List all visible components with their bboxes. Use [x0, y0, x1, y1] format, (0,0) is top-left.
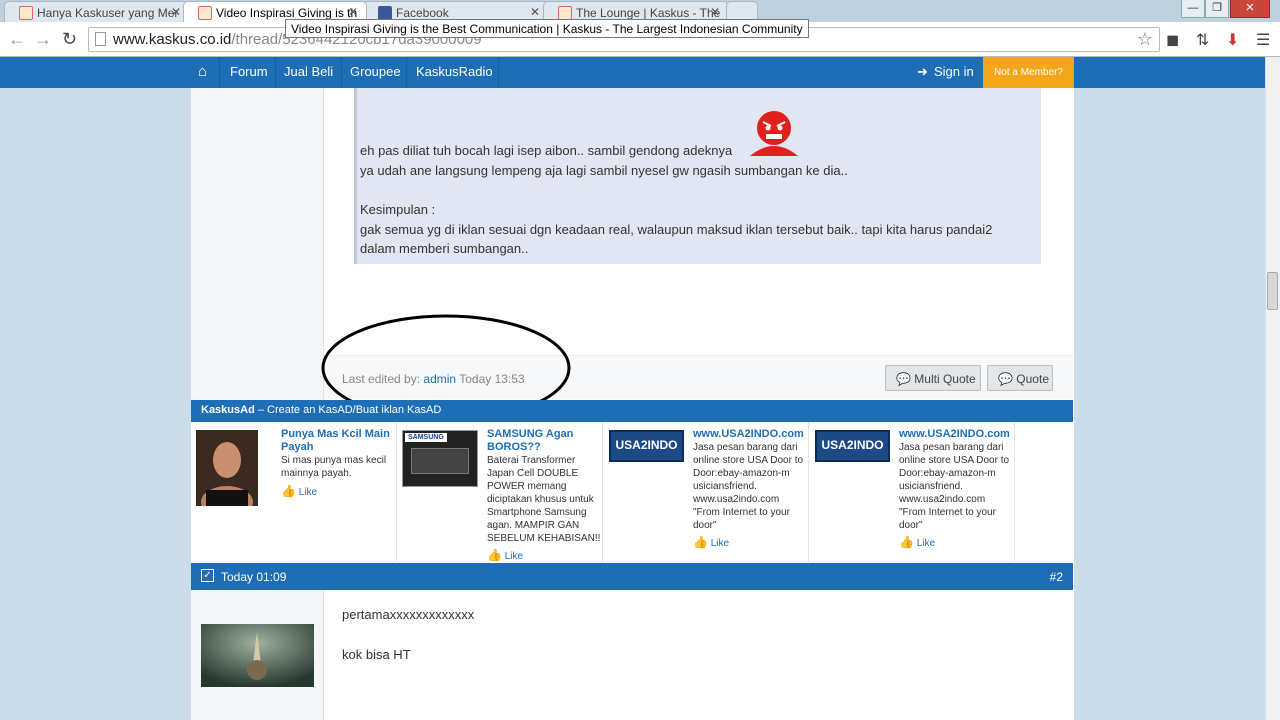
- like-button[interactable]: 👍 Like: [693, 535, 729, 549]
- like-button[interactable]: 👍 Like: [281, 484, 317, 498]
- ad-title[interactable]: SAMSUNG Agan BOROS??: [487, 428, 599, 454]
- restore-icon[interactable]: ❐: [1205, 0, 1229, 18]
- like-label: Like: [916, 538, 936, 549]
- ad-card[interactable]: Punya Mas Kcil Main Payah Si mas punya m…: [191, 422, 397, 562]
- multi-quote-button[interactable]: 💬 Multi Quote: [885, 365, 981, 391]
- post-text-line: ya udah ane langsung lempeng aja lagi sa…: [360, 163, 848, 178]
- download-icon[interactable]: ⇅: [1196, 30, 1209, 50]
- scrollbar[interactable]: [1265, 57, 1280, 720]
- post-text-line: eh pas diliat tuh bocah lagi isep aibon.…: [360, 143, 733, 158]
- close-tab-icon[interactable]: ✕: [530, 5, 540, 19]
- signin-link[interactable]: Sign in: [934, 64, 974, 79]
- forward-icon[interactable]: →: [34, 29, 52, 50]
- kaskusad-tagline[interactable]: – Create an KasAD/Buat iklan KasAD: [258, 404, 441, 416]
- like-label: Like: [710, 538, 730, 549]
- kaskus-favicon-icon: [198, 6, 212, 20]
- speech-bubble-icon: 💬: [998, 372, 1013, 386]
- ad-image[interactable]: USA2INDO: [609, 430, 684, 462]
- adblock-icon[interactable]: ⬇: [1226, 30, 1239, 50]
- kaskus-favicon-icon: [19, 6, 33, 20]
- like-button[interactable]: 👍 Like: [899, 535, 935, 549]
- kaskusad-header: KaskusAd – Create an KasAD/Buat iklan Ka…: [191, 400, 1073, 422]
- ad-title[interactable]: www.USA2INDO.com: [693, 428, 805, 441]
- thumbs-up-icon: 👍: [693, 535, 708, 549]
- avatar[interactable]: [201, 624, 314, 687]
- reload-icon[interactable]: ↻: [62, 29, 77, 50]
- ad-body: Jasa pesan barang dari online store USA …: [899, 442, 1010, 531]
- post-text-line: dalam memberi sumbangan..: [360, 241, 529, 256]
- tab-1[interactable]: Hanya Kaskuser yang Mer ✕: [4, 1, 190, 22]
- ad-card[interactable]: SAMSUNG SAMSUNG Agan BOROS?? Baterai Tra…: [397, 422, 603, 562]
- speech-bubbles-icon: 💬: [896, 372, 911, 386]
- close-window-icon[interactable]: ✕: [1230, 0, 1270, 18]
- home-icon[interactable]: ⌂: [198, 63, 207, 80]
- tab-title: Video Inspirasi Giving is th: [216, 6, 358, 20]
- post-text-line: gak semua yg di iklan sesuai dgn keadaan…: [360, 222, 993, 237]
- close-tab-icon[interactable]: ✕: [710, 5, 720, 19]
- nav-forum[interactable]: Forum: [230, 64, 268, 79]
- ad-title[interactable]: www.USA2INDO.com: [899, 428, 1011, 441]
- like-button[interactable]: 👍 Like: [487, 548, 523, 562]
- close-tab-icon[interactable]: ✕: [171, 5, 181, 19]
- post-text-line: Kesimpulan :: [360, 202, 436, 217]
- post-time: Today 01:09: [221, 570, 287, 584]
- checkbox-icon[interactable]: ✓: [201, 569, 214, 582]
- tab-tooltip: Video Inspirasi Giving is the Best Commu…: [285, 19, 809, 38]
- ad-body: Jasa pesan barang dari online store USA …: [693, 442, 804, 531]
- ad-title[interactable]: Punya Mas Kcil Main Payah: [281, 428, 393, 454]
- thumbs-up-icon: 👍: [281, 484, 296, 498]
- kaskus-favicon-icon: [558, 6, 572, 20]
- nav-jual-beli[interactable]: Jual Beli: [284, 64, 333, 79]
- scrollbar-thumb[interactable]: [1267, 272, 1278, 310]
- post-number-link[interactable]: #2: [1050, 570, 1063, 584]
- tab-title: Hanya Kaskuser yang Mer: [37, 6, 179, 20]
- like-label: Like: [504, 551, 524, 562]
- signin-icon: ➜: [917, 64, 928, 79]
- ad-body: Baterai Transformer Japan Cell DOUBLE PO…: [487, 455, 601, 544]
- post-author-column: [191, 88, 324, 400]
- bookmark-star-icon[interactable]: ☆: [1137, 29, 1153, 50]
- angry-emoticon-icon: [750, 111, 798, 156]
- url-host: www.kaskus.co.id: [113, 31, 232, 48]
- ad-card[interactable]: USA2INDO www.USA2INDO.com Jasa pesan bar…: [809, 422, 1015, 562]
- ad-image[interactable]: [196, 430, 258, 506]
- post-header: ✓ Today 01:09 #2: [191, 563, 1073, 590]
- ad-image[interactable]: USA2INDO: [815, 430, 890, 462]
- facebook-favicon-icon: [378, 6, 392, 20]
- menu-icon[interactable]: ☰: [1256, 30, 1270, 50]
- post-text-line: pertamaxxxxxxxxxxxxx: [342, 607, 475, 622]
- thumbs-up-icon: 👍: [899, 535, 914, 549]
- extension-icon[interactable]: ◼: [1166, 30, 1179, 50]
- not-member-button[interactable]: Not a Member?: [983, 57, 1074, 90]
- close-tab-icon[interactable]: ✕: [348, 5, 358, 19]
- site-navbar: ⌂ Forum Jual Beli Groupee KaskusRadio ➜ …: [0, 57, 1280, 88]
- like-label: Like: [298, 487, 318, 498]
- tab-title: Facebook: [396, 6, 449, 20]
- post-text-line: kok bisa HT: [342, 647, 411, 662]
- ad-image-text: SAMSUNG: [405, 433, 447, 442]
- ad-image[interactable]: SAMSUNG: [402, 430, 478, 487]
- minimize-icon[interactable]: —: [1181, 0, 1205, 18]
- tab-title: The Lounge | Kaskus - The: [576, 6, 721, 20]
- ad-card[interactable]: USA2INDO www.USA2INDO.com Jasa pesan bar…: [603, 422, 809, 562]
- kaskusad-brand[interactable]: KaskusAd: [201, 404, 255, 416]
- thumbs-up-icon: 👍: [487, 548, 502, 562]
- page-icon: [95, 32, 106, 46]
- nav-kaskusradio[interactable]: KaskusRadio: [416, 64, 493, 79]
- multi-quote-label: Multi Quote: [914, 372, 976, 386]
- quote-label: Quote: [1016, 372, 1049, 386]
- quote-button[interactable]: 💬 Quote: [987, 365, 1053, 391]
- back-icon[interactable]: ←: [8, 29, 26, 50]
- nav-groupee[interactable]: Groupee: [350, 64, 401, 79]
- ad-body: Si mas punya mas kecil mainnya payah.: [281, 455, 387, 479]
